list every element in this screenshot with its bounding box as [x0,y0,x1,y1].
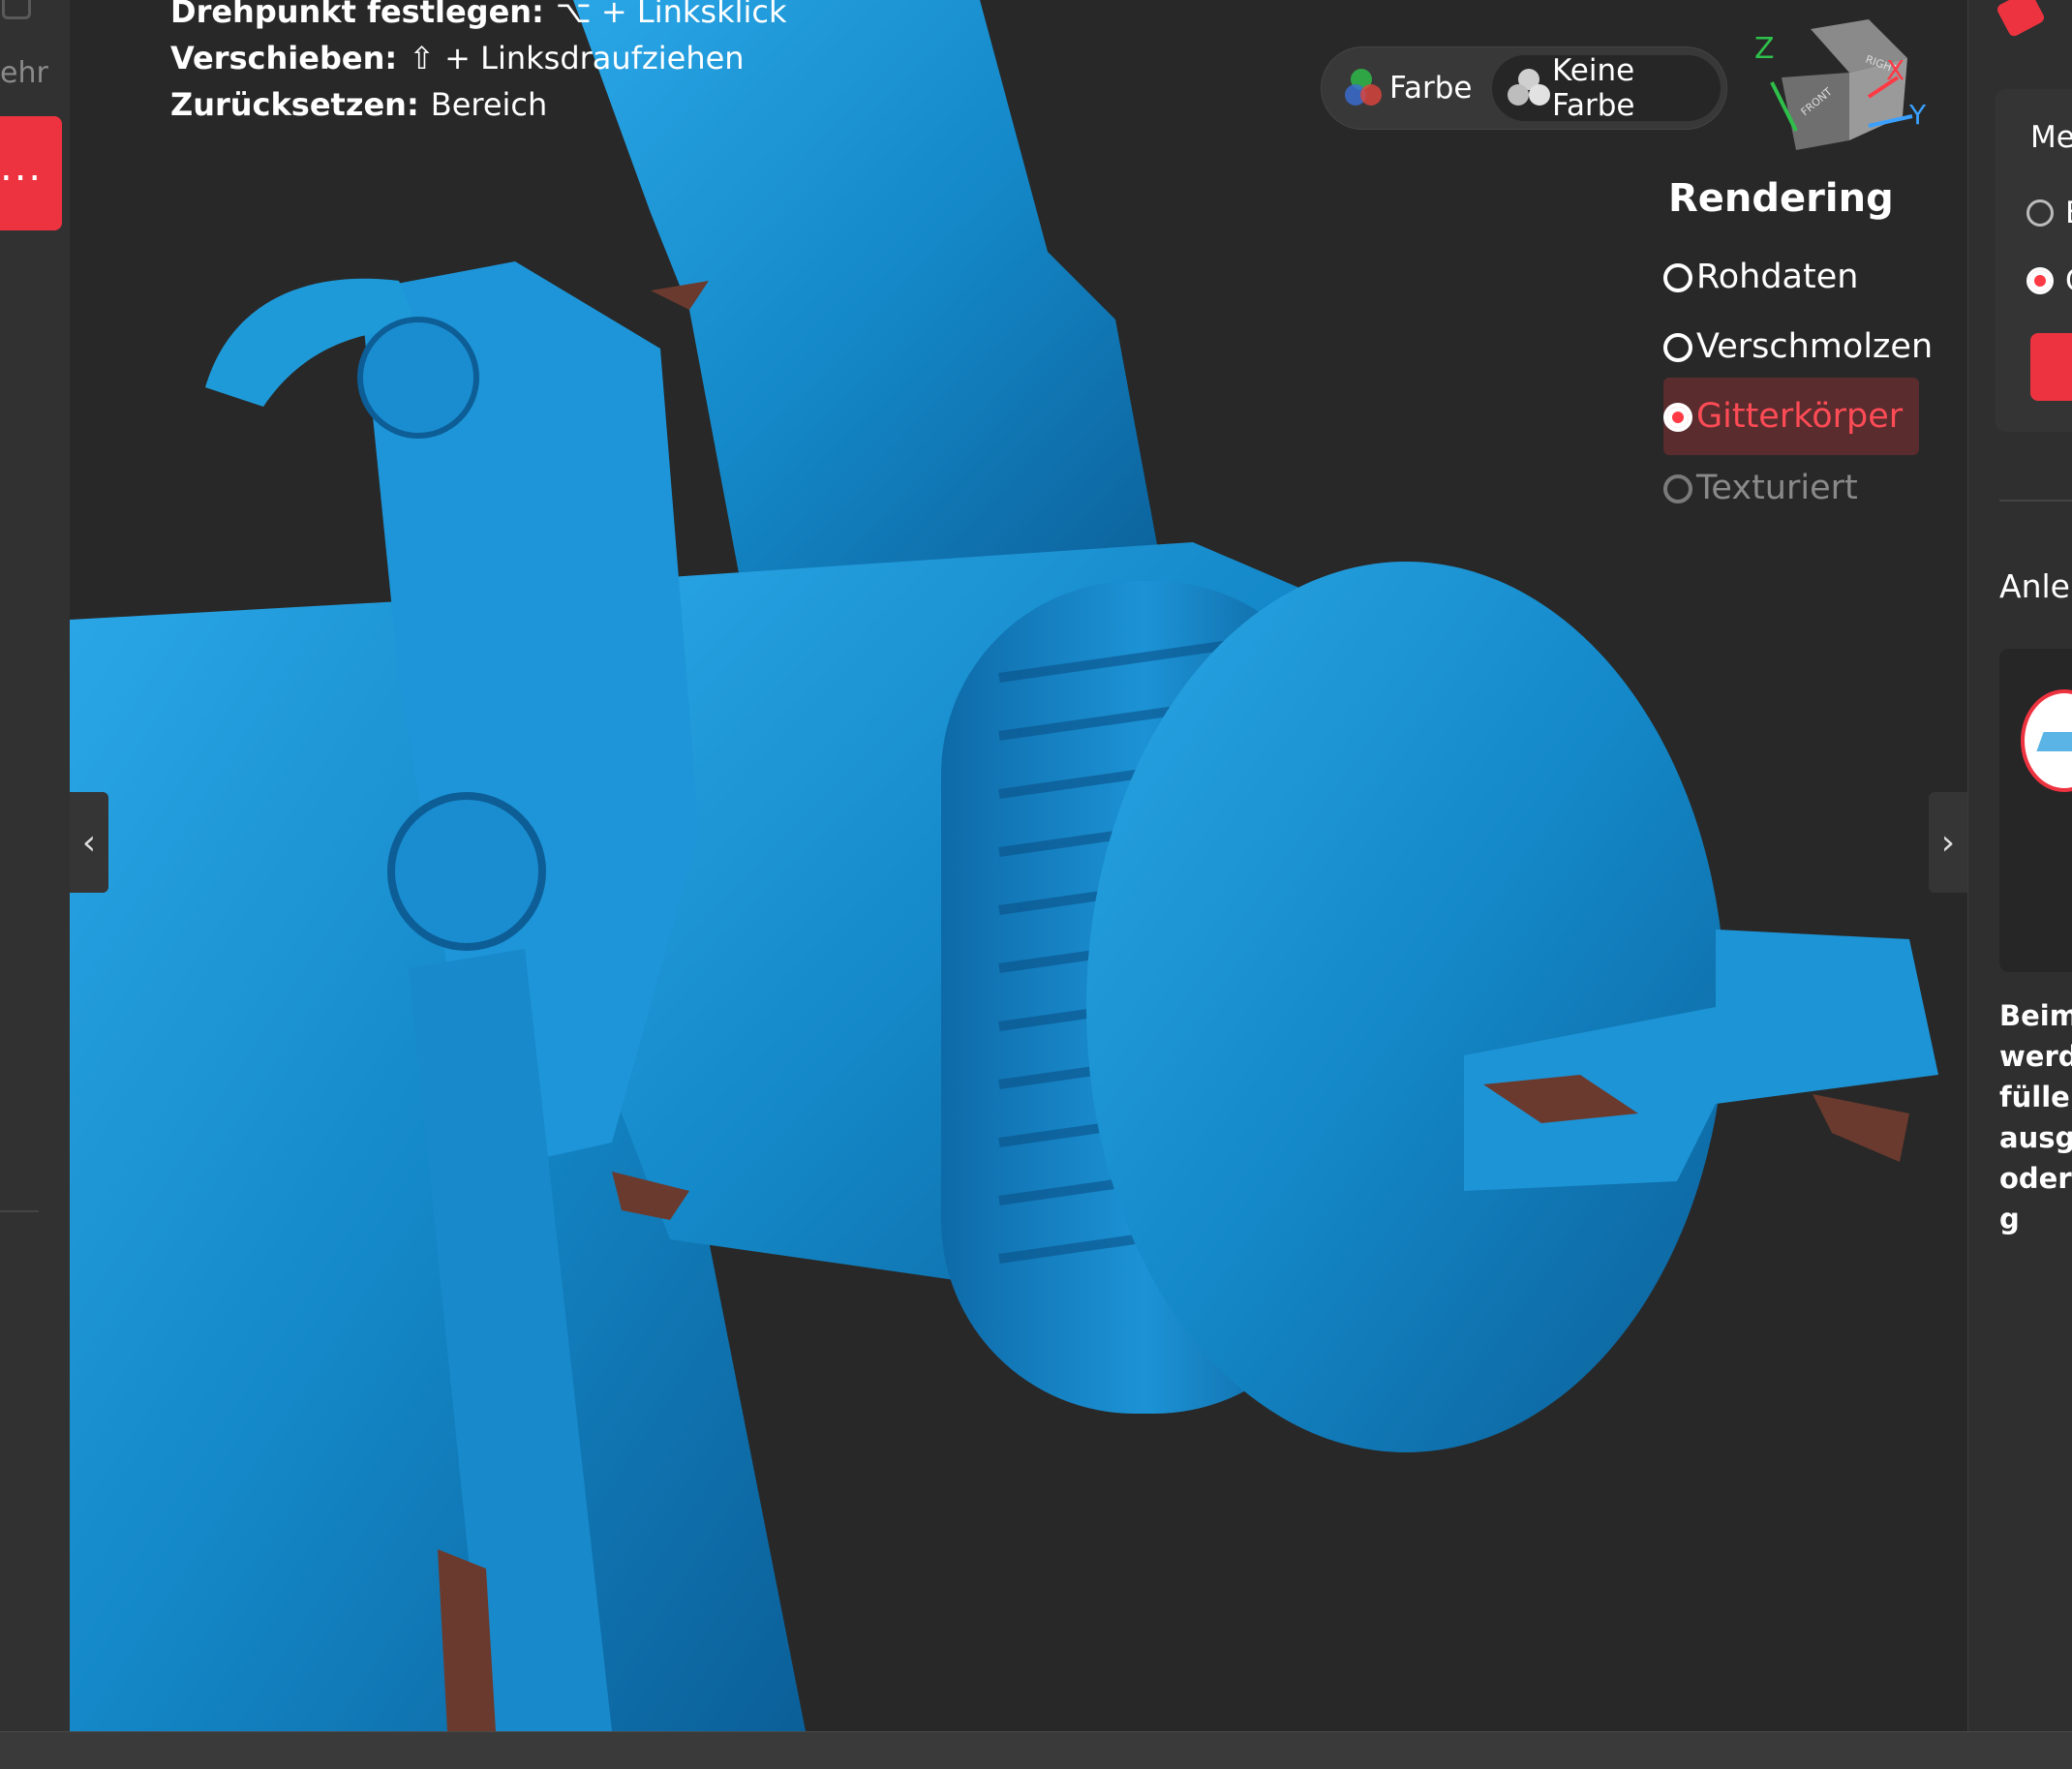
color-option-keine-farbe[interactable]: Keine Farbe [1492,53,1721,123]
collapse-left-panel-button[interactable]: ‹ [70,792,108,893]
apply-button[interactable] [2030,333,2072,401]
radio-selected-icon [1663,403,1692,432]
color-toggle: Farbe Keine Farbe [1321,46,1727,130]
radio-icon [2026,199,2054,227]
no-color-dots-icon [1508,69,1550,107]
radio-icon [1663,263,1692,292]
render-option-texturiert[interactable]: Texturiert [1663,449,1919,527]
rendering-title: Rendering [1668,176,1894,221]
more-label[interactable]: ehr [0,56,48,90]
left-sidebar: ehr ... [0,0,71,1731]
guide-text: Beim werde füllen ausge oder g [1999,999,2072,1235]
method-option-e[interactable]: E [2026,196,2072,230]
radio-icon [1663,333,1692,362]
navigation-cube[interactable]: FRONT RIGHT Z X Y [1743,19,1927,155]
color-option-keine-farbe-label: Keine Farbe [1552,53,1635,123]
collapse-right-panel-button[interactable]: › [1929,792,1967,893]
color-option-farbe-label: Farbe [1389,71,1473,106]
mesh-pivot-top [357,317,479,439]
mouse-hints: Drehpunkt festlegen: ⌥ + Linksklick Versc… [170,0,787,128]
mesh-air-cap [1086,562,1725,1452]
color-option-farbe[interactable]: Farbe [1329,55,1492,121]
render-option-verschmolzen[interactable]: Verschmolzen [1663,308,1933,385]
mesh-pivot-lower [387,792,546,951]
radio-icon [1663,474,1692,503]
nav-cube-axis-x: X [1886,54,1904,86]
method-label: Met [2030,120,2072,155]
sidebar-divider [0,1210,39,1212]
color-dots-icon [1345,69,1387,107]
nav-cube-axis-y: Y [1908,99,1927,131]
hint-row-pan: Verschieben: ⇧ + Linksdraufziehen [170,40,745,76]
chevron-left-icon: ‹ [81,822,97,863]
active-tool-tab[interactable]: ... [0,116,62,230]
hint-row-reset: Zurücksetzen: Bereich [170,86,548,123]
tool-icon[interactable] [1995,0,2047,39]
right-panel: Met E G Anlei Beim werde füllen ausge od… [1967,0,2072,1731]
guide-title: Anlei [1999,567,2072,605]
render-option-gitterkoerper[interactable]: Gitterkörper [1663,378,1919,455]
active-tool-tab-label: ... [0,145,44,190]
render-option-rohdaten[interactable]: Rohdaten [1663,238,1919,316]
panel-divider [1999,500,2072,502]
method-option-g[interactable]: G [2026,263,2072,298]
3d-viewport[interactable]: Drehpunkt festlegen: ⌥ + Linksklick Versc… [70,0,1967,1731]
radio-selected-icon [2026,267,2054,294]
clipboard-icon[interactable] [2,0,31,19]
status-bar [0,1731,2072,1769]
chevron-right-icon: › [1940,822,1956,863]
hint-row-pivot: Drehpunkt festlegen: ⌥ + Linksklick [170,0,787,30]
nav-cube-axis-z: Z [1754,32,1775,66]
